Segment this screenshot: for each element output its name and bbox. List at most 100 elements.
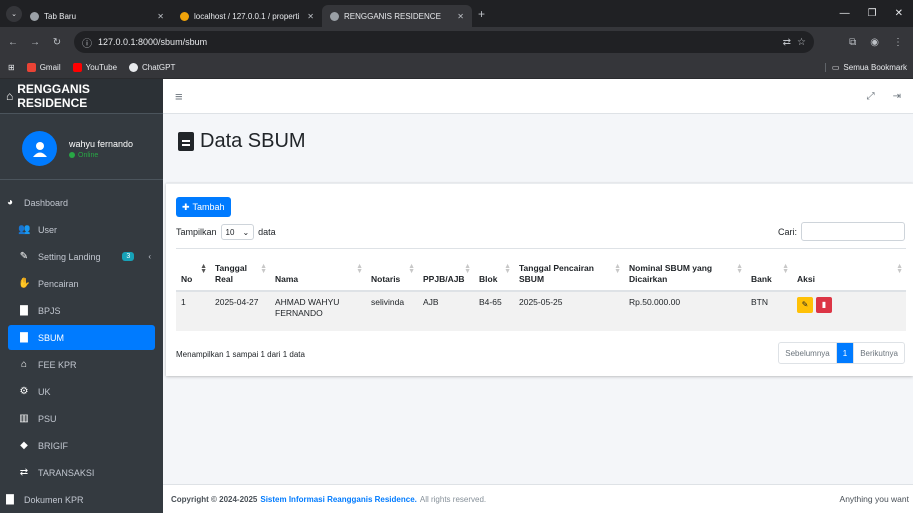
fullscreen-icon[interactable]: ⤢ xyxy=(867,91,875,102)
top-navbar: ≡ ⤢ ⇥ xyxy=(163,79,913,114)
table-row: 1 2025-04-27 AHMAD WAHYU FERNANDO selivi… xyxy=(176,290,906,331)
col-header[interactable]: PPJB/AJB ▲ ▼ xyxy=(418,248,474,292)
apps-icon[interactable]: ⊞ xyxy=(8,63,15,72)
new-tab-icon[interactable]: + xyxy=(478,7,485,21)
minimize-icon[interactable]: — xyxy=(840,8,850,19)
add-button[interactable]: ✚ Tambah xyxy=(176,197,231,217)
user-name[interactable]: wahyu fernando xyxy=(69,139,133,149)
forward-icon[interactable]: → xyxy=(26,37,44,48)
bookmark-youtube[interactable]: YouTube xyxy=(72,63,117,72)
col-header[interactable]: Tanggal Pencairan SBUM ▲ ▼ xyxy=(514,248,624,292)
cell-aksi: ✎ ▮ xyxy=(792,290,906,331)
folder-icon: ▭ xyxy=(831,63,840,72)
page-button-current[interactable]: 1 xyxy=(835,343,854,363)
sidebar-item-user[interactable]: 👥 User xyxy=(8,217,155,242)
plus-icon: ✚ xyxy=(182,201,190,212)
browser-tab-active[interactable]: RENGGANIS RESIDENCE ✕ xyxy=(322,5,472,27)
col-header[interactable]: Tanggal Real ▲ ▼ xyxy=(210,248,270,292)
user-icon xyxy=(32,141,47,157)
profile-icon[interactable]: ◉ xyxy=(870,37,879,48)
sidebar-item-fee-kpr[interactable]: ⌂ FEE KPR xyxy=(8,352,155,377)
browser-tab[interactable]: localhost / 127.0.0.1 / properti ✕ xyxy=(172,5,322,27)
sidebar-item-psu[interactable]: ▥ PSU xyxy=(8,406,155,431)
trash-icon: ▮ xyxy=(821,300,827,309)
page-title: Data SBUM xyxy=(178,130,306,153)
brand-link[interactable]: ⌂ RENGGANIS RESIDENCE xyxy=(0,79,163,114)
sort-icon: ▲ ▼ xyxy=(200,263,207,275)
close-icon[interactable]: ✕ xyxy=(457,12,464,21)
page-length-select[interactable]: 10 ⌄ xyxy=(220,224,255,240)
tachometer-icon: ◕ xyxy=(6,197,14,208)
search-input[interactable] xyxy=(801,222,905,241)
reload-icon[interactable]: ↻ xyxy=(48,37,66,48)
sidebar-item-taransaksi[interactable]: ⇄ TARANSAKSI xyxy=(8,460,155,485)
bookmarks-bar: ⊞ Gmail YouTube ChatGPT ▭ Semua Bookmark xyxy=(0,57,913,79)
col-header[interactable]: Aksi ▲ ▼ xyxy=(792,248,906,292)
menu-toggle-icon[interactable]: ≡ xyxy=(175,89,183,104)
tab-search-icon[interactable]: ⌄ xyxy=(6,5,22,22)
close-icon[interactable]: ✕ xyxy=(157,12,164,21)
footer-link[interactable]: Sistem Informasi Reangganis Residence. xyxy=(260,495,417,504)
sidebar-item-uk[interactable]: ⚙ UK xyxy=(8,379,155,404)
sort-icon: ▲ ▼ xyxy=(614,263,621,275)
site-info-icon[interactable]: ⓘ xyxy=(82,35,92,50)
sidebar-item-sbum[interactable]: ▇ SBUM xyxy=(8,325,155,350)
col-header[interactable]: Notaris ▲ ▼ xyxy=(366,248,418,292)
cell-no: 1 xyxy=(176,290,210,331)
file-icon: ▇ xyxy=(20,332,28,343)
user-panel: wahyu fernando Online xyxy=(0,118,163,180)
browser-tab[interactable]: Tab Baru ✕ xyxy=(22,5,172,27)
close-window-icon[interactable]: ✕ xyxy=(895,8,903,19)
bookmark-chatgpt[interactable]: ChatGPT xyxy=(129,63,175,72)
status-dot-icon xyxy=(69,152,75,158)
all-bookmarks[interactable]: ▭ Semua Bookmark xyxy=(824,63,913,72)
shield-icon: ◆ xyxy=(20,440,28,451)
data-card: ✚ Tambah Tampilkan 10 ⌄ data Cari: No ▲ ▼ T… xyxy=(166,183,913,376)
window-controls: — ❐ ✕ xyxy=(840,8,913,19)
cell-tanggal-real: 2025-04-27 xyxy=(210,290,270,331)
menu-icon[interactable]: ⋮ xyxy=(893,37,903,48)
sidebar-item-brigif[interactable]: ◆ BRIGIF xyxy=(8,433,155,458)
sidebar-item-dashboard[interactable]: ◕ Dashboard xyxy=(4,190,155,215)
back-icon[interactable]: ← xyxy=(4,37,22,48)
delete-button[interactable]: ▮ xyxy=(816,296,832,313)
gmail-icon xyxy=(26,63,36,72)
chevron-left-icon: ‹ xyxy=(148,252,151,261)
cell-notaris: selivinda xyxy=(366,290,418,331)
avatar[interactable] xyxy=(22,131,57,166)
restore-icon[interactable]: ❐ xyxy=(868,8,877,19)
sidebar-item-setting-landing[interactable]: ✎ Setting Landing 3 ‹ xyxy=(8,244,155,269)
sort-icon: ▲ ▼ xyxy=(736,263,743,275)
file-icon: ▇ xyxy=(20,305,28,316)
extensions-icon[interactable]: ⧉ xyxy=(849,37,856,48)
col-header[interactable]: No ▲ ▼ xyxy=(176,248,210,292)
translate-icon[interactable]: ⇄ xyxy=(783,37,791,48)
next-page-button[interactable]: Berikutnya xyxy=(853,343,904,363)
logout-icon[interactable]: ⇥ xyxy=(893,91,901,102)
home-icon: ⌂ xyxy=(6,89,14,103)
col-header[interactable]: Nominal SBUM yang Dicairkan ▲ ▼ xyxy=(624,248,746,292)
tab-label: RENGGANIS RESIDENCE xyxy=(344,11,441,21)
file-signature-icon xyxy=(178,132,194,151)
edit-icon: ✎ xyxy=(801,300,809,309)
chatgpt-icon xyxy=(129,63,139,72)
youtube-icon xyxy=(72,63,82,72)
close-icon[interactable]: ✕ xyxy=(307,12,314,21)
table-info: Menampilkan 1 sampai 1 dari 1 data xyxy=(176,350,305,359)
col-header[interactable]: Bank ▲ ▼ xyxy=(746,248,792,292)
bookmark-gmail[interactable]: Gmail xyxy=(26,63,61,72)
col-header[interactable]: Blok ▲ ▼ xyxy=(474,248,514,292)
col-header[interactable]: Nama ▲ ▼ xyxy=(270,248,366,292)
prev-page-button[interactable]: Sebelumnya xyxy=(779,343,835,363)
url-text: 127.0.0.1:8000/sbum/sbum xyxy=(98,37,208,47)
sidebar-item-bpjs[interactable]: ▇ BPJS xyxy=(8,298,155,323)
bookmark-star-icon[interactable]: ☆ xyxy=(797,37,806,48)
browser-tabbar: ⌄ Tab Baru ✕ localhost / 127.0.0.1 / pro… xyxy=(0,0,913,27)
edit-button[interactable]: ✎ xyxy=(797,296,813,313)
cell-nominal: Rp.50.000.00 xyxy=(624,290,746,331)
sidebar-item-pencairan[interactable]: ✋ Pencairan xyxy=(8,271,155,296)
sidebar-item-dokumen-kpr[interactable]: ▇ Dokumen KPR xyxy=(4,487,155,512)
sbum-table: No ▲ ▼ Tanggal Real ▲ ▼ Nama ▲ ▼ Notaris ▲ ▼ PPJ… xyxy=(176,248,906,331)
address-bar[interactable]: ⓘ 127.0.0.1:8000/sbum/sbum ⇄ ☆ xyxy=(74,31,814,53)
table-header-row: No ▲ ▼ Tanggal Real ▲ ▼ Nama ▲ ▼ Notaris ▲ ▼ PPJ… xyxy=(176,248,906,292)
